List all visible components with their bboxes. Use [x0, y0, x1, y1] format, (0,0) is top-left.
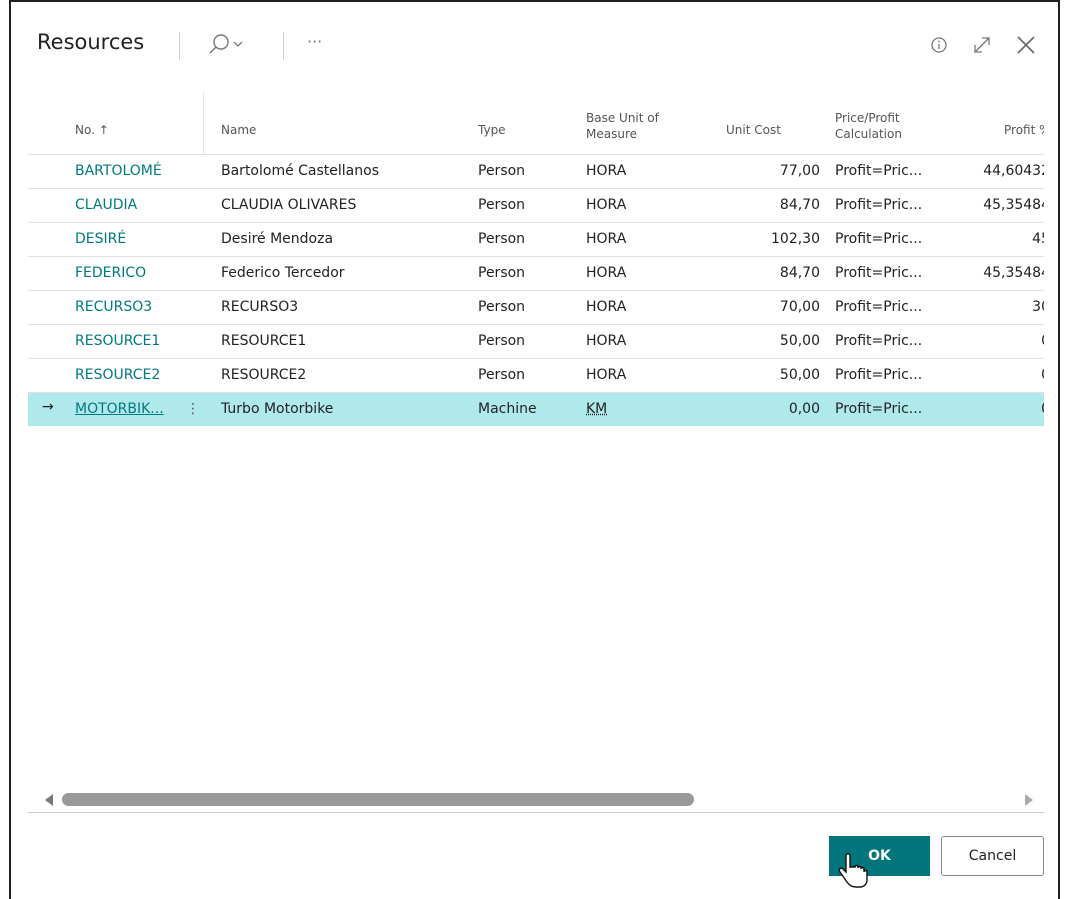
- header-divider: [283, 32, 284, 60]
- resource-name: Turbo Motorbike: [221, 401, 334, 417]
- resource-no-link[interactable]: FEDERICO: [75, 265, 146, 281]
- column-header-unit-cost[interactable]: Unit Cost: [726, 122, 781, 138]
- resource-unit-cost: 84,70: [779, 197, 820, 213]
- horizontal-scrollbar[interactable]: [28, 786, 1044, 813]
- resource-profit: 45: [1032, 231, 1044, 247]
- resource-no-link[interactable]: DESIRÉ: [75, 231, 126, 247]
- resource-type: Person: [478, 265, 526, 281]
- table-row[interactable]: RESOURCE1 RESOURCE1 Person HORA 50,00 Profit=…: [28, 324, 1044, 358]
- current-row-arrow-icon: →: [42, 399, 54, 415]
- column-header-base-unit-line2: Measure: [586, 127, 637, 141]
- resource-unit: HORA: [586, 197, 627, 213]
- resource-unit-cost: 77,00: [779, 163, 820, 179]
- hand-cursor-icon: [838, 853, 868, 888]
- resource-unit: HORA: [586, 265, 627, 281]
- resource-price-calc: Profit=Pric...: [835, 299, 923, 315]
- resource-unit: HORA: [586, 333, 627, 349]
- resource-profit: 45,35484: [983, 265, 1044, 281]
- resource-type: Person: [478, 367, 526, 383]
- resource-price-calc: Profit=Pric...: [835, 197, 923, 213]
- resource-price-calc: Profit=Pric...: [835, 367, 923, 383]
- column-headers: No. ↑ Name Type Base Unit of Measure Uni…: [28, 92, 1044, 154]
- column-header-profit[interactable]: Profit %: [1004, 122, 1044, 138]
- resource-price-calc: Profit=Pric...: [835, 231, 923, 247]
- table-row[interactable]: BARTOLOMÉ Bartolomé Castellanos Person HORA…: [28, 154, 1044, 188]
- resource-unit-cost: 0,00: [788, 401, 820, 417]
- resource-unit: HORA: [586, 231, 627, 247]
- resource-no-link[interactable]: RESOURCE2: [75, 367, 160, 383]
- resource-profit: 45,35484: [983, 197, 1044, 213]
- resource-price-calc: Profit=Pric...: [835, 401, 923, 417]
- column-divider: [203, 92, 204, 154]
- column-header-price-calc[interactable]: Price/Profit Calculation: [835, 110, 902, 142]
- table-row[interactable]: CLAUDIA CLAUDIA OLIVARES Person HORA 84,70 Pr…: [28, 188, 1044, 222]
- resources-list: No. ↑ Name Type Base Unit of Measure Uni…: [28, 92, 1044, 822]
- column-header-price-calc-line2: Calculation: [835, 127, 902, 141]
- resource-no-link[interactable]: MOTORBIK...: [75, 401, 164, 417]
- resource-unit: HORA: [586, 367, 627, 383]
- resource-type: Person: [478, 163, 526, 179]
- resource-profit: 30: [1032, 299, 1044, 315]
- resource-profit: 0: [960, 333, 1044, 349]
- resource-profit: 0: [960, 401, 1044, 417]
- scroll-left-icon[interactable]: [44, 794, 54, 806]
- cancel-button[interactable]: Cancel: [941, 836, 1044, 876]
- resource-unit: HORA: [586, 163, 627, 179]
- resource-unit-cost: 50,00: [779, 367, 820, 383]
- resource-profit: 44,60432: [983, 163, 1044, 179]
- resource-name: RESOURCE1: [221, 333, 307, 349]
- resource-unit-cost: 102,30: [771, 231, 820, 247]
- resource-unit-cost: 84,70: [779, 265, 820, 281]
- resource-profit: 0: [960, 367, 1044, 383]
- table-row[interactable]: → ⋮ MOTORBIK... Turbo Motorbike Machine KM 0,0…: [28, 392, 1044, 426]
- resource-unit-cost: 70,00: [779, 299, 820, 315]
- resource-price-calc: Profit=Pric...: [835, 333, 923, 349]
- dialog-header: Resources ···: [11, 2, 1058, 92]
- header-divider: [179, 32, 180, 60]
- more-options-icon[interactable]: ···: [307, 32, 322, 51]
- expand-icon[interactable]: [971, 34, 993, 60]
- scroll-right-icon[interactable]: [1024, 794, 1034, 806]
- table-row[interactable]: RECURSO3 RECURSO3 Person HORA 70,00 Profit=Pr…: [28, 290, 1044, 324]
- resource-no-link[interactable]: BARTOLOMÉ: [75, 163, 162, 179]
- resource-type: Person: [478, 197, 526, 213]
- resource-type: Person: [478, 333, 526, 349]
- column-header-base-unit-line1: Base Unit of: [586, 111, 659, 125]
- resource-price-calc: Profit=Pric...: [835, 265, 923, 281]
- column-header-type[interactable]: Type: [478, 122, 506, 138]
- resource-name: Bartolomé Castellanos: [221, 163, 379, 179]
- resource-unit-cost: 50,00: [779, 333, 820, 349]
- resource-name: RECURSO3: [221, 299, 299, 315]
- resource-no-link[interactable]: RECURSO3: [75, 299, 152, 315]
- resource-name: Federico Tercedor: [221, 265, 345, 281]
- row-actions-icon[interactable]: ⋮: [186, 401, 200, 417]
- resource-unit: KM: [586, 401, 608, 417]
- resource-type: Person: [478, 299, 526, 315]
- resource-no-link[interactable]: RESOURCE1: [75, 333, 160, 349]
- resource-name: RESOURCE2: [221, 367, 307, 383]
- page-title: Resources: [37, 30, 145, 54]
- column-header-no[interactable]: No. ↑: [75, 122, 109, 138]
- table-row[interactable]: DESIRÉ Desiré Mendoza Person HORA 102,30 Prof…: [28, 222, 1044, 256]
- search-icon[interactable]: [207, 32, 247, 60]
- table-row[interactable]: RESOURCE2 RESOURCE2 Person HORA 50,00 Profit=…: [28, 358, 1044, 392]
- resource-unit: HORA: [586, 299, 627, 315]
- resource-type: Person: [478, 231, 526, 247]
- resource-name: CLAUDIA OLIVARES: [221, 197, 357, 213]
- info-icon[interactable]: [929, 35, 949, 59]
- scrollbar-thumb[interactable]: [62, 793, 694, 806]
- column-header-base-unit[interactable]: Base Unit of Measure: [586, 110, 659, 142]
- close-icon[interactable]: [1014, 33, 1038, 61]
- resource-name: Desiré Mendoza: [221, 231, 334, 247]
- resource-no-link[interactable]: CLAUDIA: [75, 197, 137, 213]
- resource-price-calc: Profit=Pric...: [835, 163, 923, 179]
- column-header-price-calc-line1: Price/Profit: [835, 111, 900, 125]
- resource-type: Machine: [478, 401, 537, 417]
- table-row[interactable]: FEDERICO Federico Tercedor Person HORA 84,70…: [28, 256, 1044, 290]
- column-header-name[interactable]: Name: [221, 122, 256, 138]
